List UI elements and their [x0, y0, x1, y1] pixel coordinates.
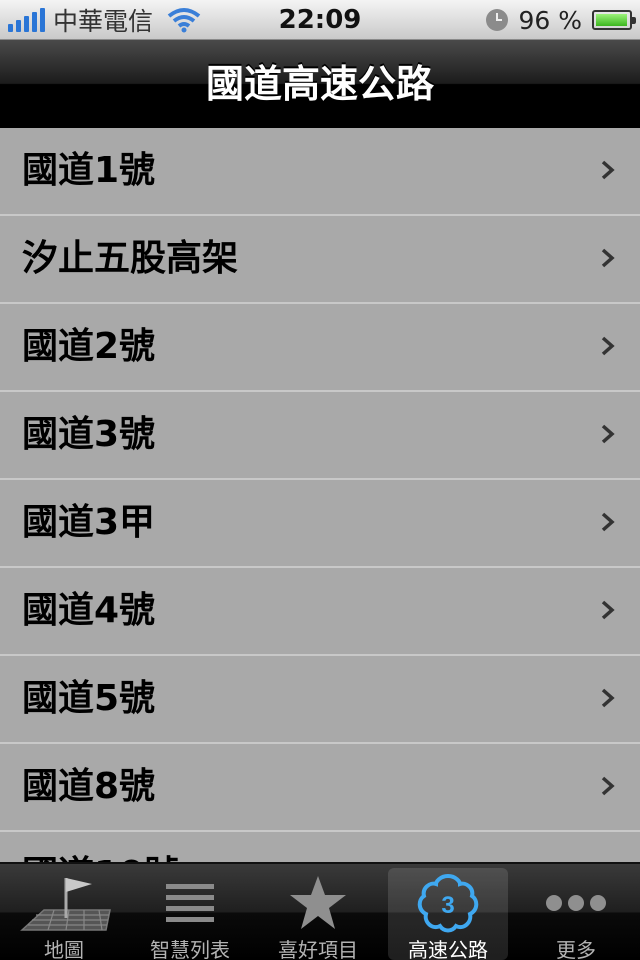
list-item[interactable]: 國道3號 [0, 392, 640, 480]
star-icon [258, 870, 378, 936]
chevron-right-icon [601, 512, 615, 532]
tab-label: 喜好項目 [278, 938, 358, 960]
list-item[interactable]: 國道3甲 [0, 480, 640, 568]
list-item[interactable]: 國道4號 [0, 568, 640, 656]
list-item-label: 國道8號 [22, 766, 156, 807]
chevron-right-icon [601, 424, 615, 444]
page-title: 國道高速公路 [205, 62, 434, 106]
alarm-clock-icon [486, 9, 509, 31]
battery-icon [592, 10, 636, 30]
tab-favorites[interactable]: 喜好項目 [258, 868, 378, 960]
list-item-label: 國道2號 [22, 326, 156, 367]
tab-label: 智慧列表 [150, 938, 230, 960]
chevron-right-icon [601, 776, 615, 796]
tab-label: 高速公路 [408, 938, 488, 960]
list-item[interactable]: 國道10號 [0, 832, 640, 862]
chevron-right-icon [601, 160, 615, 180]
more-dots-icon [516, 870, 636, 936]
chevron-right-icon [601, 600, 615, 620]
navigation-bar: 國道高速公路 [0, 40, 640, 128]
highway-badge-number: 3 [441, 892, 454, 919]
tab-highway[interactable]: 3 高速公路 [388, 868, 508, 960]
list-item-label: 汐止五股高架 [22, 238, 239, 279]
tab-map[interactable]: 地圖 [4, 868, 124, 960]
list-item-label: 國道1號 [22, 150, 156, 191]
list-item-label: 國道10號 [22, 832, 180, 862]
tab-label: 更多 [556, 938, 596, 960]
tab-smart-list[interactable]: 智慧列表 [130, 868, 250, 960]
list-item-label: 國道3甲 [22, 502, 156, 543]
tab-label: 地圖 [44, 938, 84, 960]
map-flag-icon [4, 870, 124, 936]
list-item-label: 國道5號 [22, 678, 156, 719]
status-bar-left: 中華電信 [8, 0, 201, 40]
list-item[interactable]: 國道8號 [0, 744, 640, 832]
list-item[interactable]: 國道2號 [0, 304, 640, 392]
list-item-label: 國道3號 [22, 414, 156, 455]
list-item[interactable]: 國道5號 [0, 656, 640, 744]
list-lines-icon [130, 870, 250, 936]
chevron-right-icon [601, 336, 615, 356]
tab-more[interactable]: 更多 [516, 868, 636, 960]
signal-strength-icon [8, 8, 45, 32]
highway-list[interactable]: 國道1號 汐止五股高架 國道2號 國道3號 國道3甲 國道4號 國道5號 國道8… [0, 128, 640, 862]
highway-badge-icon: 3 [388, 870, 508, 936]
chevron-right-icon [601, 688, 615, 708]
status-bar-right: 96 % [486, 0, 636, 40]
wifi-icon [167, 8, 201, 33]
chevron-right-icon [601, 248, 615, 268]
tab-bar: 地圖 智慧列表 喜好項目 3 高速公路 更多 [0, 862, 640, 960]
list-item[interactable]: 汐止五股高架 [0, 216, 640, 304]
status-bar: 中華電信 22:09 96 % [0, 0, 640, 40]
list-item[interactable]: 國道1號 [0, 128, 640, 216]
list-item-label: 國道4號 [22, 590, 156, 631]
carrier-name: 中華電信 [53, 7, 154, 36]
battery-percentage: 96 % [518, 5, 582, 35]
battery-level-fill [596, 14, 627, 26]
